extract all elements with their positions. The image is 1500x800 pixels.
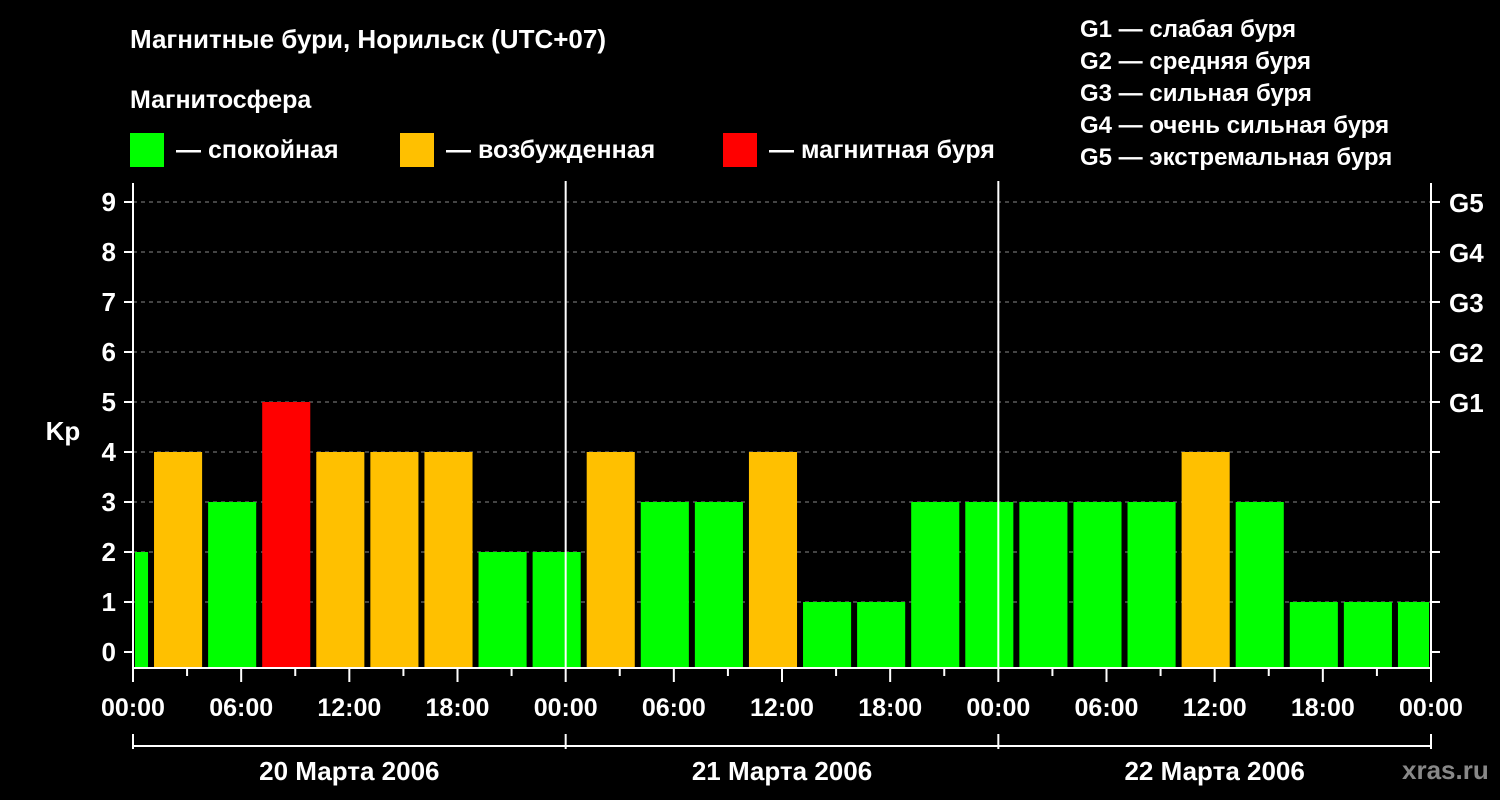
g-scale-label: G5	[1449, 188, 1484, 218]
kp-bar	[1397, 602, 1429, 668]
x-tick-label: 06:00	[209, 694, 273, 722]
kp-bar	[1181, 452, 1230, 668]
kp-bar	[1289, 602, 1338, 668]
kp-bar	[1127, 502, 1176, 668]
kp-bar	[478, 552, 527, 668]
x-tick-label: 06:00	[642, 694, 706, 722]
kp-bar	[1343, 602, 1392, 668]
kp-bar	[316, 452, 365, 668]
kp-bar	[262, 402, 311, 668]
day-label: 22 Марта 2006	[1124, 756, 1304, 786]
kp-bar	[965, 502, 1014, 668]
kp-bar	[208, 502, 257, 668]
kp-bar	[857, 602, 906, 668]
x-tick-label: 12:00	[750, 694, 814, 722]
kp-bar	[694, 502, 743, 668]
y-tick-label: 0	[102, 637, 116, 667]
x-tick-label: 00:00	[101, 694, 165, 722]
kp-bar	[1073, 502, 1122, 668]
kp-bar	[370, 452, 419, 668]
kp-bar	[911, 502, 960, 668]
kp-bar	[748, 452, 798, 668]
g-scale-label: G4	[1449, 238, 1484, 268]
watermark: xras.ru	[1402, 755, 1489, 785]
y-tick-label: 8	[102, 237, 116, 267]
x-tick-label: 12:00	[317, 694, 381, 722]
kp-bar	[154, 452, 203, 668]
kp-bar	[586, 452, 635, 668]
y-tick-label: 5	[102, 387, 116, 417]
y-axis-label: Kp	[46, 416, 81, 446]
day-label: 20 Марта 2006	[259, 756, 439, 786]
x-tick-label: 18:00	[426, 694, 490, 722]
y-tick-label: 2	[102, 537, 116, 567]
y-tick-label: 9	[102, 187, 116, 217]
y-tick-label: 6	[102, 337, 116, 367]
kp-bar	[135, 552, 149, 668]
kp-bar	[1235, 502, 1284, 668]
g-scale-label: G2	[1449, 338, 1484, 368]
g-scale-label: G1	[1449, 388, 1484, 418]
g-scale-label: G3	[1449, 288, 1484, 318]
y-tick-label: 1	[102, 587, 116, 617]
x-tick-label: 18:00	[1291, 694, 1355, 722]
x-tick-label: 00:00	[534, 694, 598, 722]
y-tick-label: 7	[102, 287, 116, 317]
kp-bar	[803, 602, 852, 668]
kp-bar	[1019, 502, 1068, 668]
x-tick-label: 12:00	[1183, 694, 1247, 722]
kp-bar	[532, 552, 581, 668]
x-tick-label: 18:00	[858, 694, 922, 722]
y-tick-label: 3	[102, 487, 116, 517]
y-tick-label: 4	[102, 437, 117, 467]
x-tick-label: 00:00	[1399, 694, 1463, 722]
kp-bar-chart: 0 1 2 3 4 5 6 7 8 9 G1 G2 G3 G4 G5 Kp 00:00 06:00 12:00 18:…	[46, 181, 1484, 786]
x-tick-label: 00:00	[966, 694, 1030, 722]
kp-bar	[640, 502, 689, 668]
kp-bar	[424, 452, 473, 668]
day-label: 21 Марта 2006	[692, 756, 872, 786]
x-tick-label: 06:00	[1075, 694, 1139, 722]
